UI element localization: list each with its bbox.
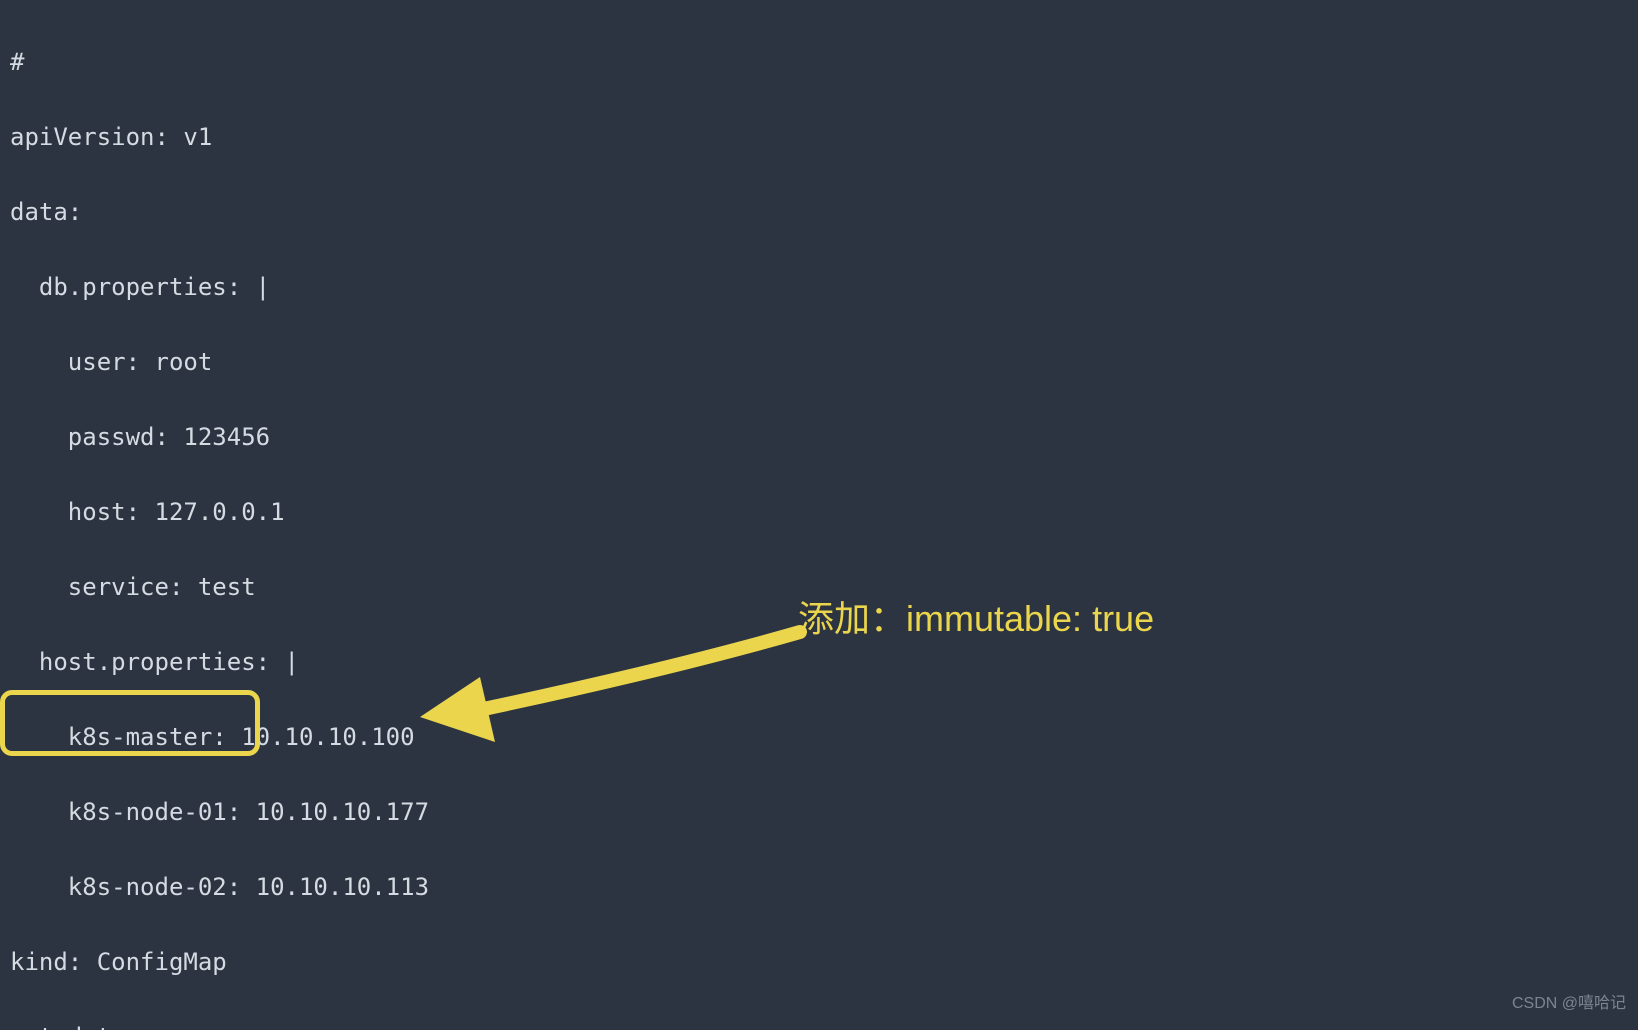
code-line: metadata: [10, 1019, 631, 1030]
code-line: kind: ConfigMap [10, 944, 631, 982]
code-line: host: 127.0.0.1 [10, 494, 631, 532]
code-line: # [10, 44, 631, 82]
code-line: apiVersion: v1 [10, 119, 631, 157]
code-line: k8s-master: 10.10.10.100 [10, 719, 631, 757]
watermark-text: CSDN @嘻哈记 [1512, 985, 1626, 1023]
code-line: data: [10, 194, 631, 232]
code-editor[interactable]: # apiVersion: v1 data: db.properties: | … [10, 6, 631, 1030]
code-line: passwd: 123456 [10, 419, 631, 457]
annotation-label: 添加：immutable: true [798, 600, 1154, 638]
code-line: service: test [10, 569, 631, 607]
code-line: db.properties: | [10, 269, 631, 307]
code-line: user: root [10, 344, 631, 382]
code-line: host.properties: | [10, 644, 631, 682]
code-line: k8s-node-01: 10.10.10.177 [10, 794, 631, 832]
code-line: k8s-node-02: 10.10.10.113 [10, 869, 631, 907]
